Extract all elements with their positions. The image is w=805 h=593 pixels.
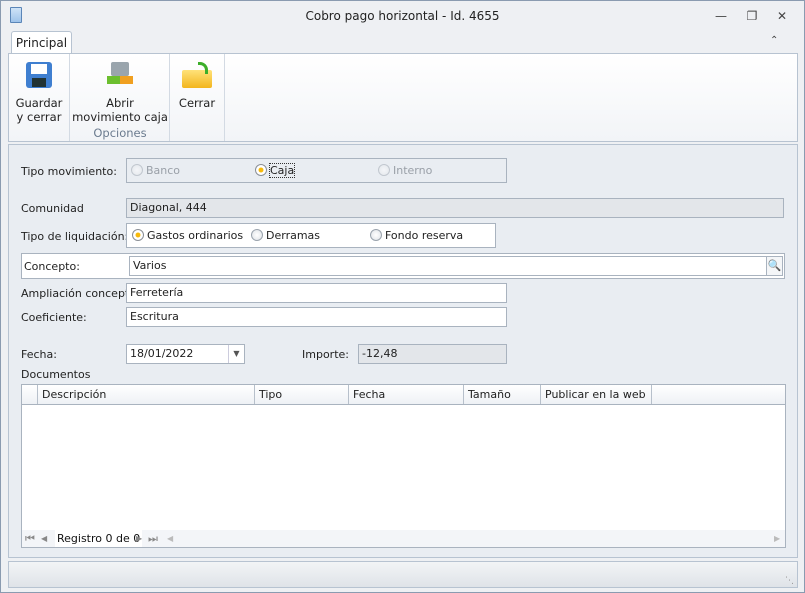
- open-cash-movement-button[interactable]: Abrir movimiento caja: [70, 58, 170, 124]
- radio-banco[interactable]: Banco: [131, 164, 180, 177]
- fecha-input[interactable]: 18/01/2022 ▼: [126, 344, 245, 364]
- row-indicator-header: [22, 385, 38, 404]
- close-form-button[interactable]: Cerrar: [170, 58, 224, 122]
- prev-record-icon[interactable]: ◀: [41, 530, 47, 547]
- ribbon-group-main: Guardar y cerrar: [9, 54, 70, 141]
- comunidad-field[interactable]: Diagonal, 444: [126, 198, 784, 218]
- resize-grip-icon[interactable]: ⋱: [785, 576, 794, 586]
- column-publicar-web[interactable]: Publicar en la web: [541, 385, 652, 404]
- chevron-down-icon[interactable]: ▼: [228, 345, 244, 363]
- ampliacion-label: Ampliación concepto:: [21, 287, 140, 300]
- status-bar: ⋱: [8, 561, 798, 588]
- grid-header: Descripción Tipo Fecha Tamaño Publicar e…: [22, 385, 785, 405]
- record-counter: Registro 0 de 0: [55, 530, 143, 547]
- concepto-input[interactable]: Varios: [129, 256, 767, 276]
- radio-caja[interactable]: Caja: [255, 163, 296, 178]
- scroll-right-icon[interactable]: ▶: [774, 530, 780, 547]
- fecha-label: Fecha:: [21, 348, 57, 361]
- ribbon-group-opciones: Abrir movimiento caja Opciones: [70, 54, 170, 141]
- column-fecha[interactable]: Fecha: [349, 385, 464, 404]
- ampliacion-input[interactable]: Ferretería: [126, 283, 507, 303]
- close-button[interactable]: ✕: [772, 7, 792, 25]
- first-record-icon[interactable]: ⏮: [25, 530, 35, 547]
- column-tamano[interactable]: Tamaño: [464, 385, 541, 404]
- documents-grid[interactable]: Descripción Tipo Fecha Tamaño Publicar e…: [21, 384, 786, 548]
- window-title: Cobro pago horizontal - Id. 4655: [305, 9, 500, 23]
- importe-label: Importe:: [302, 348, 349, 361]
- ribbon-group-close: Cerrar: [170, 54, 225, 141]
- radio-derramas[interactable]: Derramas: [251, 229, 320, 242]
- cash-register-icon: [105, 62, 135, 88]
- save-close-button[interactable]: Guardar y cerrar: [9, 58, 69, 138]
- radio-fondo-reserva[interactable]: Fondo reserva: [370, 229, 463, 242]
- open-folder-arrow-icon: [182, 62, 212, 88]
- tipo-movimiento-group: Banco Caja Interno: [126, 158, 507, 183]
- save-floppy-icon: [26, 62, 52, 88]
- radio-interno[interactable]: Interno: [378, 164, 432, 177]
- scroll-left-icon[interactable]: ◀: [167, 530, 173, 547]
- documentos-label: Documentos: [21, 368, 91, 381]
- window: Cobro pago horizontal - Id. 4655 — ❐ ✕ P…: [0, 0, 805, 593]
- restore-button[interactable]: ❐: [742, 7, 762, 25]
- column-descripcion[interactable]: Descripción: [38, 385, 255, 404]
- tab-principal[interactable]: Principal: [11, 31, 72, 54]
- concepto-panel: Concepto: Varios 🔍: [21, 253, 785, 279]
- grid-navigator: ⏮ ◀ Registro 0 de 0 ▶ ⏭ ◀ ▶: [22, 530, 785, 547]
- comunidad-label: Comunidad: [21, 202, 84, 215]
- tipo-movimiento-label: Tipo movimiento:: [21, 165, 117, 178]
- group-caption: Opciones: [93, 126, 147, 140]
- search-magnifier-icon[interactable]: 🔍: [766, 256, 783, 276]
- next-record-icon[interactable]: ▶: [136, 530, 142, 547]
- column-tipo[interactable]: Tipo: [255, 385, 349, 404]
- coeficiente-label: Coeficiente:: [21, 311, 87, 324]
- coeficiente-input[interactable]: Escritura: [126, 307, 507, 327]
- collapse-ribbon-icon[interactable]: ⌃: [770, 35, 778, 46]
- ribbon: Guardar y cerrar Abrir movimiento caja O…: [8, 53, 798, 142]
- title-bar: Cobro pago horizontal - Id. 4655 — ❐ ✕: [1, 1, 804, 31]
- tipo-liquidacion-group: Gastos ordinarios Derramas Fondo reserva: [126, 223, 496, 248]
- tipo-liquidacion-label: Tipo de liquidación:: [21, 230, 129, 243]
- radio-gastos-ordinarios[interactable]: Gastos ordinarios: [132, 229, 243, 242]
- concepto-label: Concepto:: [24, 260, 80, 273]
- importe-field[interactable]: -12,48: [358, 344, 507, 364]
- minimize-button[interactable]: —: [711, 7, 731, 25]
- last-record-icon[interactable]: ⏭: [148, 530, 158, 547]
